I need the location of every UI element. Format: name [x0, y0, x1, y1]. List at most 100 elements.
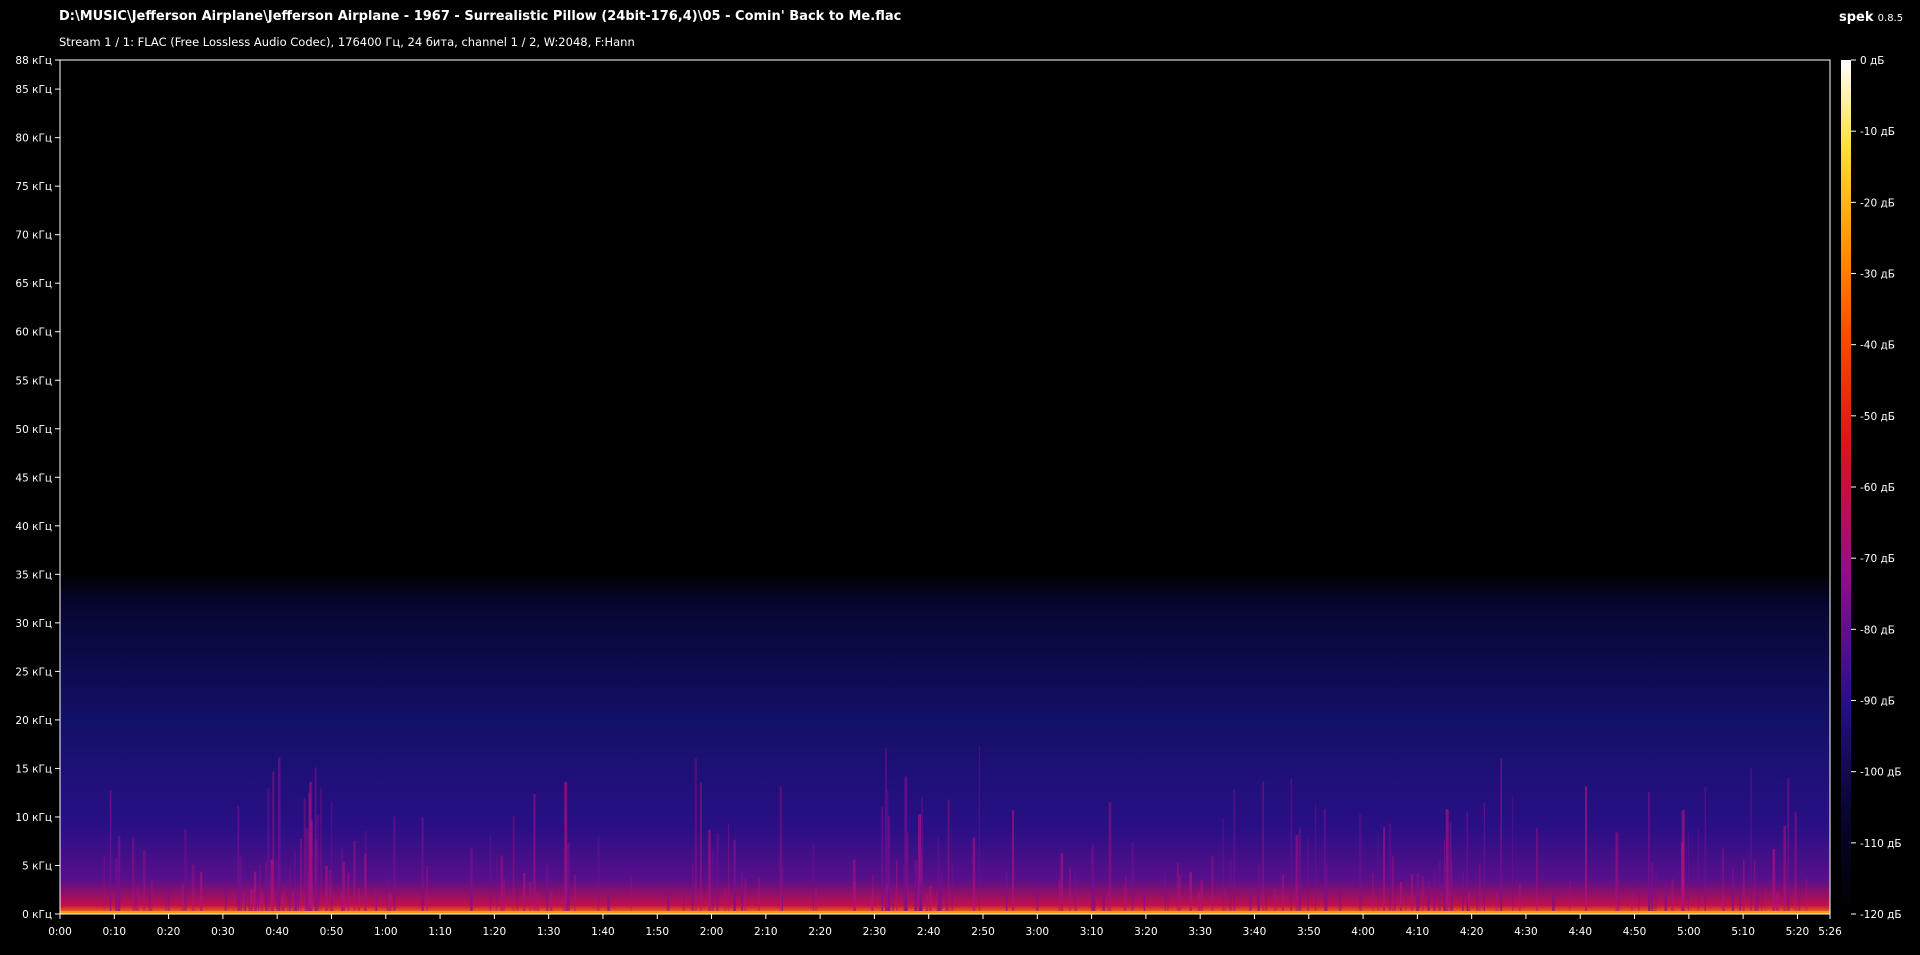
spectral-spike — [374, 890, 377, 914]
spectral-spike — [165, 881, 167, 914]
spectral-spike — [287, 890, 289, 914]
spectral-spike — [393, 816, 396, 914]
spectral-spike — [667, 893, 670, 914]
spectral-spike — [940, 870, 943, 914]
spectral-spike — [328, 869, 332, 914]
spectral-spike — [386, 877, 388, 914]
spectral-spike — [1443, 839, 1445, 914]
spectral-spike — [1229, 860, 1232, 914]
spectral-spike — [1075, 891, 1077, 914]
x-tick-label: 1:20 — [483, 926, 507, 938]
spectral-spike — [237, 805, 240, 914]
spectral-spike — [536, 893, 540, 914]
x-tick-label: 1:50 — [645, 926, 669, 938]
spectral-spike — [1723, 893, 1725, 914]
spectral-spike — [1069, 867, 1071, 914]
spectral-spike — [945, 891, 948, 914]
spectral-spike — [529, 881, 532, 914]
spectral-spike — [1617, 879, 1620, 914]
spectral-spike — [1585, 786, 1587, 914]
spectral-spike — [1323, 808, 1326, 914]
spectral-spike — [700, 782, 702, 914]
y-tick-label: 35 кГц — [15, 569, 52, 581]
spectral-spike — [1058, 879, 1060, 914]
spectral-spike — [512, 816, 515, 914]
colorbar-tick-label: -70 дБ — [1860, 553, 1895, 565]
spectral-spike — [896, 860, 898, 914]
x-tick-label: 3:30 — [1188, 926, 1212, 938]
x-tick-label: 3:50 — [1297, 926, 1321, 938]
spectral-spike — [421, 817, 424, 914]
spectral-spike — [905, 846, 908, 914]
spectral-spike — [239, 856, 242, 914]
x-tick-label: 1:00 — [374, 926, 398, 938]
spectral-spike — [103, 856, 105, 914]
colorbar-tick-label: -80 дБ — [1860, 624, 1895, 636]
spectral-spike — [1671, 879, 1674, 914]
spectral-spike — [812, 843, 815, 914]
spectral-spike — [294, 851, 296, 914]
spectral-spike — [1102, 890, 1105, 914]
spectral-spike — [233, 890, 235, 914]
spectral-spike — [1704, 786, 1706, 914]
spectral-spike — [1189, 872, 1192, 914]
spectral-spike — [364, 853, 367, 914]
colorbar-tick-label: -90 дБ — [1860, 696, 1895, 708]
y-tick-label: 0 кГц — [22, 909, 52, 921]
spectral-spike — [1445, 809, 1449, 914]
spectral-spike — [257, 883, 259, 914]
spectral-spike — [779, 786, 782, 914]
spectral-spike — [248, 880, 250, 914]
spectral-spike — [1372, 873, 1374, 914]
spectral-spike — [1108, 802, 1112, 914]
spectral-spike — [1274, 889, 1277, 914]
spectral-spike — [1518, 883, 1521, 914]
spectral-spike — [733, 840, 736, 914]
spectral-spike — [1421, 876, 1424, 914]
spectral-spike — [151, 879, 153, 914]
spectral-spike — [109, 790, 112, 914]
spectral-spike — [1233, 789, 1235, 914]
spectral-spike — [1248, 885, 1252, 914]
spectral-spike — [1615, 832, 1619, 914]
spectral-spike — [1731, 869, 1734, 914]
y-tick-label: 5 кГц — [22, 860, 52, 872]
spectral-spike — [1654, 871, 1657, 914]
y-tick-label: 85 кГц — [15, 84, 52, 96]
spectral-spike — [1787, 777, 1790, 914]
x-tick-label: 2:50 — [971, 926, 995, 938]
colorbar-tick-label: -50 дБ — [1860, 411, 1895, 423]
x-tick-label: 2:30 — [863, 926, 887, 938]
x-tick-label: 5:26 — [1818, 926, 1842, 938]
spectral-spike — [259, 865, 261, 914]
spectral-spike — [1262, 781, 1264, 914]
spectral-spike — [607, 893, 610, 914]
x-tick-label: 1:30 — [537, 926, 561, 938]
spectral-spike — [1432, 893, 1435, 914]
spectral-spike — [1783, 825, 1786, 914]
spectral-spike — [727, 823, 730, 914]
x-tick-label: 4:50 — [1623, 926, 1647, 938]
spectral-spike — [342, 861, 345, 914]
spectral-spike — [708, 829, 711, 914]
spectral-spike — [200, 872, 203, 914]
spectral-spike — [1500, 758, 1502, 914]
y-tick-label: 50 кГц — [15, 424, 52, 436]
spectral-spike — [854, 881, 857, 914]
time-axis: 0:00 0:10 0:20 0:30 0:40 0:50 1:00 1:10 1:20 1:30… — [48, 914, 1842, 938]
spectral-spike — [311, 820, 313, 914]
colorbar-tick-label: -60 дБ — [1860, 482, 1895, 494]
x-tick-label: 3:00 — [1026, 926, 1050, 938]
spectral-spike — [1224, 887, 1226, 914]
spectral-spike — [283, 885, 285, 914]
spectral-spike — [1462, 871, 1464, 914]
y-tick-label: 55 кГц — [15, 375, 52, 387]
spectral-spike — [261, 891, 264, 914]
spectral-spike — [1742, 859, 1745, 914]
spectral-spike — [1164, 874, 1166, 914]
spectral-spike — [1197, 891, 1201, 914]
spectral-spike — [1638, 886, 1640, 914]
x-tick-label: 5:20 — [1786, 926, 1810, 938]
spectral-spike — [244, 891, 247, 914]
spectral-spike — [115, 858, 118, 914]
